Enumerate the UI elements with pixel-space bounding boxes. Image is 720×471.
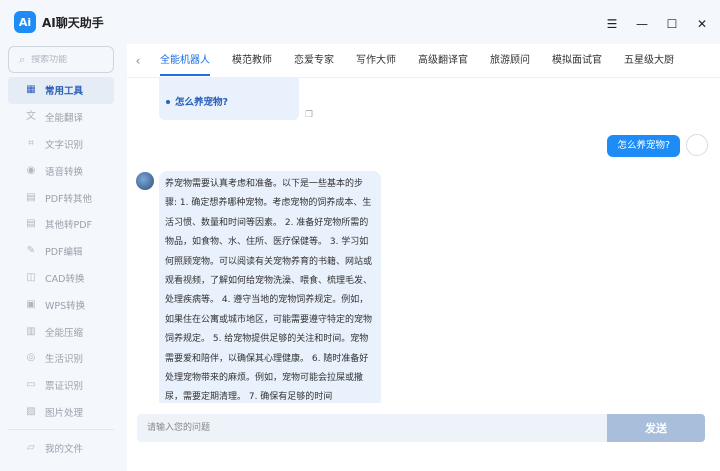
sidebar-item-label: PDF编辑	[45, 247, 83, 259]
sidebar-item-my-files[interactable]: ▱ 我的文件	[8, 434, 114, 461]
compress-icon: ▥	[26, 325, 36, 337]
app-header: Ai AI聊天助手	[0, 0, 122, 44]
sidebar-item-label: 文字识别	[45, 139, 84, 151]
translate-icon: 文	[26, 111, 36, 123]
file-convert-icon: ▤	[26, 218, 36, 230]
close-icon[interactable]: ✕	[694, 16, 710, 32]
sidebar-item-label: 常用工具	[45, 86, 84, 98]
question-input[interactable]	[137, 414, 607, 442]
folder-icon: ▱	[27, 441, 35, 453]
assistant-tabs: ‹ 全能机器人 模范教师 恋爱专家 写作大师 高级翻译官 旅游顾问 模拟面试官 五星级大厨	[127, 44, 720, 78]
pdf-icon: ▤	[26, 191, 36, 203]
sidebar-item-label: 其他转PDF	[45, 220, 93, 232]
sidebar-item-9[interactable]: ▥ 全能压缩	[8, 318, 114, 345]
grid-icon: ▦	[26, 84, 36, 96]
sidebar-item-label: 票证识别	[45, 381, 84, 393]
tab-6[interactable]: 模拟面试官	[541, 44, 613, 78]
tab-5[interactable]: 旅游顾问	[479, 44, 541, 78]
sidebar-item-label: CAD转换	[45, 273, 85, 285]
pdf-edit-icon: ✎	[26, 245, 36, 257]
sidebar-item-label: 生活识别	[45, 354, 84, 366]
sidebar-item-0[interactable]: ▦ 常用工具	[8, 77, 114, 104]
bot-avatar	[136, 172, 154, 190]
menu-icon[interactable]: ☰	[604, 16, 620, 32]
user-message: 怎么养宠物?	[607, 135, 680, 157]
search-input[interactable]	[31, 54, 102, 65]
tab-7[interactable]: 五星级大厨	[613, 44, 685, 78]
sidebar-item-12[interactable]: ▨ 图片处理	[8, 399, 114, 426]
suggested-question[interactable]: 怎么养宠物?	[175, 94, 228, 108]
sidebar-item-label: 我的文件	[45, 443, 84, 455]
sidebar-item-7[interactable]: ◫ CAD转换	[8, 265, 114, 292]
app-logo-icon: Ai	[14, 11, 36, 33]
sidebar-item-11[interactable]: ▭ 票证识别	[8, 372, 114, 399]
chat-area[interactable]: 怎么养宠物? ❐ 怎么养宠物? 养宠物需要认真考虑和准备。以下是一些基本的步骤:…	[127, 78, 720, 403]
bullet-icon	[166, 100, 170, 104]
ticket-icon: ▭	[26, 379, 36, 391]
bot-message: 养宠物需要认真考虑和准备。以下是一些基本的步骤: 1. 确定想养哪种宠物。考虑宠…	[159, 171, 381, 403]
sidebar-item-label: PDF转其他	[45, 193, 93, 205]
sidebar-item-8[interactable]: ▣ WPS转换	[8, 291, 114, 318]
text-scan-icon: ⌗	[28, 137, 34, 149]
sidebar-item-6[interactable]: ✎ PDF编辑	[8, 238, 114, 265]
tab-1[interactable]: 模范教师	[221, 44, 283, 78]
user-avatar	[686, 134, 708, 156]
sidebar-item-5[interactable]: ▤ 其他转PDF	[8, 211, 114, 238]
copy-icon[interactable]: ❐	[305, 110, 313, 120]
sidebar-item-3[interactable]: ◉ 语音转换	[8, 157, 114, 184]
cad-icon: ◫	[26, 271, 36, 283]
sidebar-item-label: 图片处理	[45, 407, 84, 419]
sidebar-item-2[interactable]: ⌗ 文字识别	[8, 131, 114, 158]
audio-icon: ◉	[26, 164, 36, 176]
composer: 发送	[137, 414, 705, 442]
tab-4[interactable]: 高级翻译官	[407, 44, 479, 78]
sidebar-item-4[interactable]: ▤ PDF转其他	[8, 184, 114, 211]
suggestion-bubble: 怎么养宠物?	[159, 78, 299, 120]
sidebar-item-1[interactable]: 文全能翻译	[8, 104, 114, 131]
tab-2[interactable]: 恋爱专家	[283, 44, 345, 78]
image-icon: ▨	[26, 405, 36, 417]
tab-0[interactable]: 全能机器人	[149, 44, 221, 78]
minimize-icon[interactable]: —	[634, 16, 650, 32]
main-panel: ☰ — ☐ ✕ ‹ 全能机器人 模范教师 恋爱专家 写作大师 高级翻译官 旅游顾问 模拟面试…	[127, 4, 720, 471]
nav-divider	[8, 429, 114, 431]
send-button[interactable]: 发送	[607, 414, 705, 442]
sidebar-item-label: 全能翻译	[45, 113, 84, 125]
search-box[interactable]: ⌕	[8, 46, 114, 73]
sidebar: Ai AI聊天助手 ⌕ ▦常用工具文全能翻译⌗文字识别◉语音转换▤PDF转其他▤…	[0, 0, 122, 471]
search-icon: ⌕	[19, 52, 26, 66]
tab-scroll-left-icon[interactable]: ‹	[127, 54, 149, 68]
life-scan-icon: ◎	[26, 352, 36, 364]
sidebar-item-label: 语音转换	[45, 166, 84, 178]
sidebar-item-label: WPS转换	[45, 300, 86, 312]
sidebar-item-10[interactable]: ◎ 生活识别	[8, 345, 114, 372]
sidebar-item-label: 全能压缩	[45, 327, 84, 339]
wps-icon: ▣	[26, 298, 36, 310]
tab-3[interactable]: 写作大师	[345, 44, 407, 78]
maximize-icon[interactable]: ☐	[664, 16, 680, 32]
window-controls: ☰ — ☐ ✕	[127, 4, 720, 44]
sidebar-nav: ▦ 常用工具文全能翻译 ⌗ 文字识别 ◉ 语音转换 ▤ PDF转其他 ▤ 其他转PDF ✎ PDF编辑…	[0, 77, 122, 425]
app-title: AI聊天助手	[42, 15, 104, 30]
